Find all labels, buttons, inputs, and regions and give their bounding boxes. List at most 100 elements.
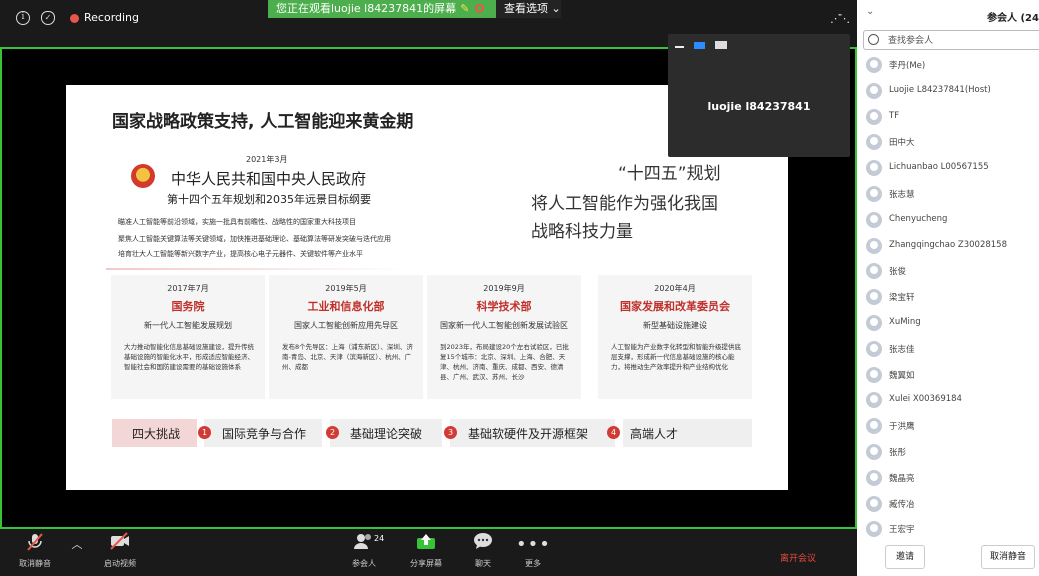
- policy-card: 2019年9月 科学技术部 国家新一代人工智能创新发展试验区 到2023年，布局…: [427, 275, 581, 399]
- participant-name: Xulei X00369184: [889, 394, 962, 405]
- panel-footer: 邀请 取消静音: [857, 541, 1039, 576]
- participant-name: Chenyucheng: [889, 213, 948, 224]
- participant-name: 张志佳: [889, 344, 915, 355]
- card-org: 科学技术部: [476, 300, 532, 313]
- card-date: 2019年5月: [325, 284, 367, 293]
- challenge-number: 3: [444, 426, 457, 439]
- fullscreen-icon[interactable]: ⋰⋱: [830, 12, 850, 25]
- avatar: [866, 495, 882, 512]
- avatar: [866, 160, 882, 177]
- participant-row[interactable]: Zhangqingchao Z30028158: [857, 234, 1039, 260]
- chat-button[interactable]: 聊天: [466, 532, 500, 576]
- gov-line: 瞄准人工智能等前沿领域，实施一批具有前瞻性、战略性的国家重大科技项目: [118, 218, 356, 226]
- more-label: 更多: [525, 559, 541, 568]
- participant-row[interactable]: 臧传冶: [857, 492, 1039, 518]
- speaker-video-thumbnail[interactable]: luojie l84237841: [668, 34, 850, 157]
- viewing-banner-text: 您正在观看luojie l84237841的屏幕: [276, 2, 457, 15]
- participant-row[interactable]: 李丹(Me): [857, 53, 1039, 79]
- card-org: 工业和信息化部: [307, 300, 385, 313]
- participant-name: 李丹(Me): [889, 61, 926, 71]
- participant-row[interactable]: Lichuanbao L00567155: [857, 156, 1039, 182]
- share-screen-label: 分享屏幕: [410, 559, 442, 568]
- participant-row[interactable]: Chenyucheng: [857, 208, 1039, 234]
- card-program: 新型基础设施建设: [643, 321, 707, 330]
- chevron-down-icon: ⌄: [551, 2, 561, 15]
- participant-name: 梁宝轩: [889, 293, 915, 304]
- participant-row[interactable]: 于洪鹰: [857, 414, 1039, 440]
- participant-row[interactable]: XuMing: [857, 311, 1039, 337]
- participant-search[interactable]: [863, 30, 1039, 50]
- invite-button[interactable]: 邀请: [885, 545, 925, 569]
- participant-name: Zhangqingchao Z30028158: [889, 239, 1007, 250]
- avatar: [866, 418, 882, 435]
- card-program: 国家新一代人工智能创新发展试验区: [440, 321, 568, 330]
- avatar: [866, 289, 882, 306]
- shield-icon[interactable]: ✓: [41, 11, 55, 25]
- panel-header: ⌄ 参会人 (24): [857, 0, 1039, 30]
- view-options-button[interactable]: 查看选项 ⌄: [496, 0, 561, 18]
- challenge-item: 国际竞争与合作: [222, 427, 307, 441]
- stop-icon[interactable]: [475, 4, 485, 13]
- gov-name: 中华人民共和国中央人民政府: [171, 170, 367, 188]
- participant-row[interactable]: Xulei X00369184: [857, 388, 1039, 414]
- participant-name: XuMing: [889, 316, 921, 327]
- participant-name: 张志慧: [889, 189, 915, 200]
- participant-row[interactable]: 张彤: [857, 440, 1039, 466]
- participant-row[interactable]: 魏翼如: [857, 363, 1039, 389]
- participant-name: 张俊: [889, 267, 907, 278]
- gov-date: 2021年3月: [246, 155, 288, 164]
- unmute-all-button[interactable]: 取消静音: [981, 545, 1035, 569]
- chevron-down-icon[interactable]: ⌄: [866, 6, 874, 17]
- national-emblem-icon: [131, 164, 155, 188]
- card-desc: 大力推动智能化信息基础设施建设，提升传统基础设施的智能化水平，形成适应智能经济、…: [124, 343, 254, 371]
- video-view-icon[interactable]: [694, 42, 705, 49]
- avatar: [866, 521, 882, 538]
- avatar: [866, 340, 882, 357]
- headline-3: 战略科技力量: [531, 222, 633, 242]
- participant-row[interactable]: 田中大: [857, 130, 1039, 156]
- chat-icon: [466, 532, 500, 558]
- slide-title: 国家战略政策支持, 人工智能迎来黄金期: [112, 112, 414, 132]
- policy-card: 2019年5月 工业和信息化部 国家人工智能创新应用先导区 发布8个先导区：上海…: [269, 275, 423, 399]
- maximize-icon[interactable]: [715, 41, 727, 49]
- participant-name: 田中大: [889, 138, 915, 149]
- unmute-button[interactable]: 取消静音: [8, 532, 62, 576]
- avatar: [866, 392, 882, 409]
- audio-options-button[interactable]: ︿: [68, 532, 86, 576]
- card-program: 国家人工智能创新应用先导区: [294, 321, 398, 330]
- avatar: [866, 57, 882, 73]
- search-input[interactable]: [888, 33, 1038, 48]
- annotate-icon[interactable]: ✎: [460, 2, 469, 15]
- participant-row[interactable]: Luojie L84237841(Host): [857, 79, 1039, 105]
- headline-1: “十四五”规划: [618, 164, 721, 184]
- card-date: 2017年7月: [167, 284, 209, 293]
- participant-row[interactable]: 张俊: [857, 259, 1039, 285]
- avatar: [866, 237, 882, 254]
- challenge-item: 基础理论突破: [350, 427, 423, 441]
- participant-row[interactable]: 张志佳: [857, 337, 1039, 363]
- participant-row[interactable]: TF: [857, 105, 1039, 131]
- recording-label[interactable]: Recording: [84, 11, 139, 24]
- challenge-number: 1: [198, 426, 211, 439]
- avatar: [866, 108, 882, 125]
- leave-meeting-button[interactable]: 离开会议: [780, 551, 816, 564]
- participant-row[interactable]: 张志慧: [857, 182, 1039, 208]
- more-button[interactable]: ••• 更多: [516, 532, 550, 576]
- start-video-button[interactable]: 启动视频: [92, 532, 148, 576]
- panel-title: 参会人 (24): [987, 13, 1039, 24]
- minimize-icon[interactable]: [675, 46, 684, 48]
- share-screen-button[interactable]: 分享屏幕: [404, 532, 448, 576]
- participant-row[interactable]: 魏晶亮: [857, 466, 1039, 492]
- chevron-up-icon: ︿: [71, 538, 83, 551]
- info-icon[interactable]: i: [16, 11, 30, 25]
- card-desc: 到2023年，布局建设20个左右试验区，已批复15个城市：北京、深圳、上海、合肥…: [440, 343, 569, 381]
- participant-list: 李丹(Me) Luojie L84237841(Host) TF 田中大 Lic…: [857, 53, 1039, 543]
- participant-row[interactable]: 王宏宇: [857, 517, 1039, 543]
- challenge-item: 基础软硬件及开源框架: [468, 427, 589, 441]
- avatar: [866, 366, 882, 383]
- card-date: 2020年4月: [654, 284, 696, 293]
- card-desc: 人工智能为产业数字化转型和智能升级提供底层支撑，形成新一代信息基础设施的核心能力…: [611, 343, 741, 371]
- participants-panel: ⌄ 参会人 (24) 李丹(Me) Luojie L84237841(Host)…: [857, 0, 1039, 576]
- participant-row[interactable]: 梁宝轩: [857, 285, 1039, 311]
- participants-button[interactable]: 参会人 24: [344, 532, 384, 576]
